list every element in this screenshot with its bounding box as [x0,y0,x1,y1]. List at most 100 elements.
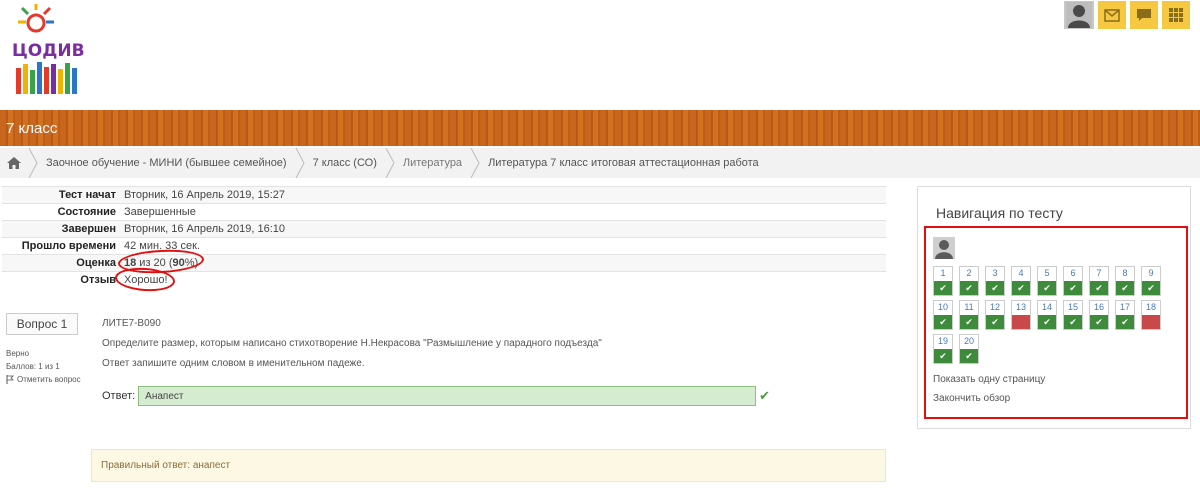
flag-question-label: Отметить вопрос [17,375,81,384]
correct-check-icon: ✔ [759,388,771,403]
site-logo[interactable]: ЦОДИВ [8,4,100,100]
correct-status-icon: ✔ [1142,281,1160,295]
correct-status-icon: ✔ [1012,281,1030,295]
correct-status-icon: ✔ [960,281,978,295]
answer-value: Анапест [145,390,184,402]
incorrect-status-icon [1012,315,1030,329]
correct-status-icon: ✔ [1064,281,1082,295]
breadcrumb-item-quiz[interactable]: Литература 7 класс итоговая аттестационн… [482,157,765,169]
breadcrumb-separator-icon [383,148,397,178]
question-nav-number: 19 [937,336,948,346]
question-nav-button[interactable]: 5 ✔ [1037,266,1057,296]
correct-answer-text: Правильный ответ: анапест [101,460,231,471]
question-nav-button[interactable]: 12 ✔ [985,300,1005,330]
correct-status-icon: ✔ [934,349,952,363]
question-nav-button[interactable]: 6 ✔ [1063,266,1083,296]
question-nav-button[interactable]: 13 [1011,300,1031,330]
answer-input[interactable]: Анапест [138,386,757,406]
answer-row: Ответ: Анапест ✔ [102,386,770,406]
question-nav-number: 7 [1096,268,1102,278]
question-number: Вопрос 1 [6,313,78,335]
incorrect-status-icon [1142,315,1160,329]
show-one-page-link[interactable]: Показать одну страницу [933,374,1045,385]
question-nav-button[interactable]: 9 ✔ [1141,266,1161,296]
question-status: Верно [6,349,30,358]
question-nav-button[interactable]: 1 ✔ [933,266,953,296]
user-toolbar [1064,1,1190,29]
user-silhouette-icon [1066,2,1092,28]
breadcrumb: Заочное обучение - МИНИ (бывшее семейное… [0,148,1200,178]
question-points: Баллов: 1 из 1 [6,362,60,371]
breadcrumb-item-class[interactable]: 7 класс (СО) [307,157,383,169]
question-nav-number: 2 [966,268,972,278]
question-nav-number: 8 [1122,268,1128,278]
course-title: 7 класс [6,120,58,137]
question-nav-button[interactable]: 15 ✔ [1063,300,1083,330]
started-label: Тест начат [2,186,120,204]
flag-question-button[interactable]: Отметить вопрос [6,373,82,386]
correct-status-icon: ✔ [1090,281,1108,295]
question-nav-button[interactable]: 4 ✔ [1011,266,1031,296]
chat-bubble-icon [1137,9,1151,21]
question-nav-button[interactable]: 17 ✔ [1115,300,1135,330]
user-picture-icon [933,237,955,259]
question-nav-number: 14 [1041,302,1052,312]
question-nav-number: 11 [964,302,974,312]
grade-value: 18 из 20 (90%) [120,254,886,272]
breadcrumb-item-course-category[interactable]: Заочное обучение - МИНИ (бывшее семейное… [40,157,293,169]
grade-label: Оценка [2,254,120,272]
question-nav-button[interactable]: 18 [1141,300,1161,330]
state-label: Состояние [2,203,120,221]
correct-status-icon: ✔ [986,281,1004,295]
correct-status-icon: ✔ [1064,315,1082,329]
question-instruction: Ответ запишите одним словом в именительн… [102,358,365,369]
quiz-review-page: { "header": { "logo_text": "ЦОДИВ", "cou… [0,0,1200,497]
home-icon[interactable] [2,157,26,169]
question-nav-button[interactable]: 19 ✔ [933,334,953,364]
question-nav-number: 13 [1015,302,1026,312]
logo-text: ЦОДИВ [12,41,85,61]
apps-menu-button[interactable] [1162,1,1190,29]
question-nav-button[interactable]: 20 ✔ [959,334,979,364]
grid-icon [1169,8,1183,22]
question-nav-button[interactable]: 7 ✔ [1089,266,1109,296]
correct-status-icon: ✔ [960,349,978,363]
summary-row-time: Прошло времени 42 мин. 33 сек. [2,237,886,255]
notifications-button[interactable] [1098,1,1126,29]
question-nav-number: 16 [1093,302,1104,312]
question-nav-button[interactable]: 10 ✔ [933,300,953,330]
question-code: ЛИТЕ7-В090 [102,318,161,329]
messages-button[interactable] [1130,1,1158,29]
correct-status-icon: ✔ [1038,281,1056,295]
question-nav-button[interactable]: 11 ✔ [959,300,979,330]
question-nav-number: 10 [937,302,948,312]
correct-status-icon: ✔ [934,315,952,329]
question-content: ЛИТЕ7-В090 Определите размер, которым на… [102,318,602,378]
question-nav-number: 15 [1067,302,1078,312]
completed-label: Завершен [2,220,120,238]
question-nav-button[interactable]: 8 ✔ [1115,266,1135,296]
question-nav-button[interactable]: 16 ✔ [1089,300,1109,330]
course-banner: 7 класс [0,110,1200,146]
finish-review-link[interactable]: Закончить обзор [933,393,1010,404]
breadcrumb-separator-icon [293,148,307,178]
correct-status-icon: ✔ [1116,281,1134,295]
user-avatar[interactable] [1064,1,1094,29]
question-nav-number: 17 [1119,302,1130,312]
question-nav-button[interactable]: 14 ✔ [1037,300,1057,330]
question-nav-number: 9 [1148,268,1154,278]
correct-status-icon: ✔ [1090,315,1108,329]
breadcrumb-separator-icon [26,148,40,178]
question-nav-button[interactable]: 3 ✔ [985,266,1005,296]
correct-status-icon: ✔ [960,315,978,329]
question-nav-number: 18 [1145,302,1156,312]
question-info: Вопрос 1 Верно Баллов: 1 из 1 Отметить в… [6,313,82,386]
feedback-label: Отзыв [2,271,120,289]
breadcrumb-separator-icon [468,148,482,178]
correct-status-icon: ✔ [1116,315,1134,329]
question-nav-number: 4 [1018,268,1024,278]
breadcrumb-item-subject[interactable]: Литература [397,157,468,169]
question-nav-button[interactable]: 2 ✔ [959,266,979,296]
feedback-value: Хорошо! [120,271,886,289]
summary-row-started: Тест начат Вторник, 16 Апрель 2019, 15:2… [2,186,886,204]
